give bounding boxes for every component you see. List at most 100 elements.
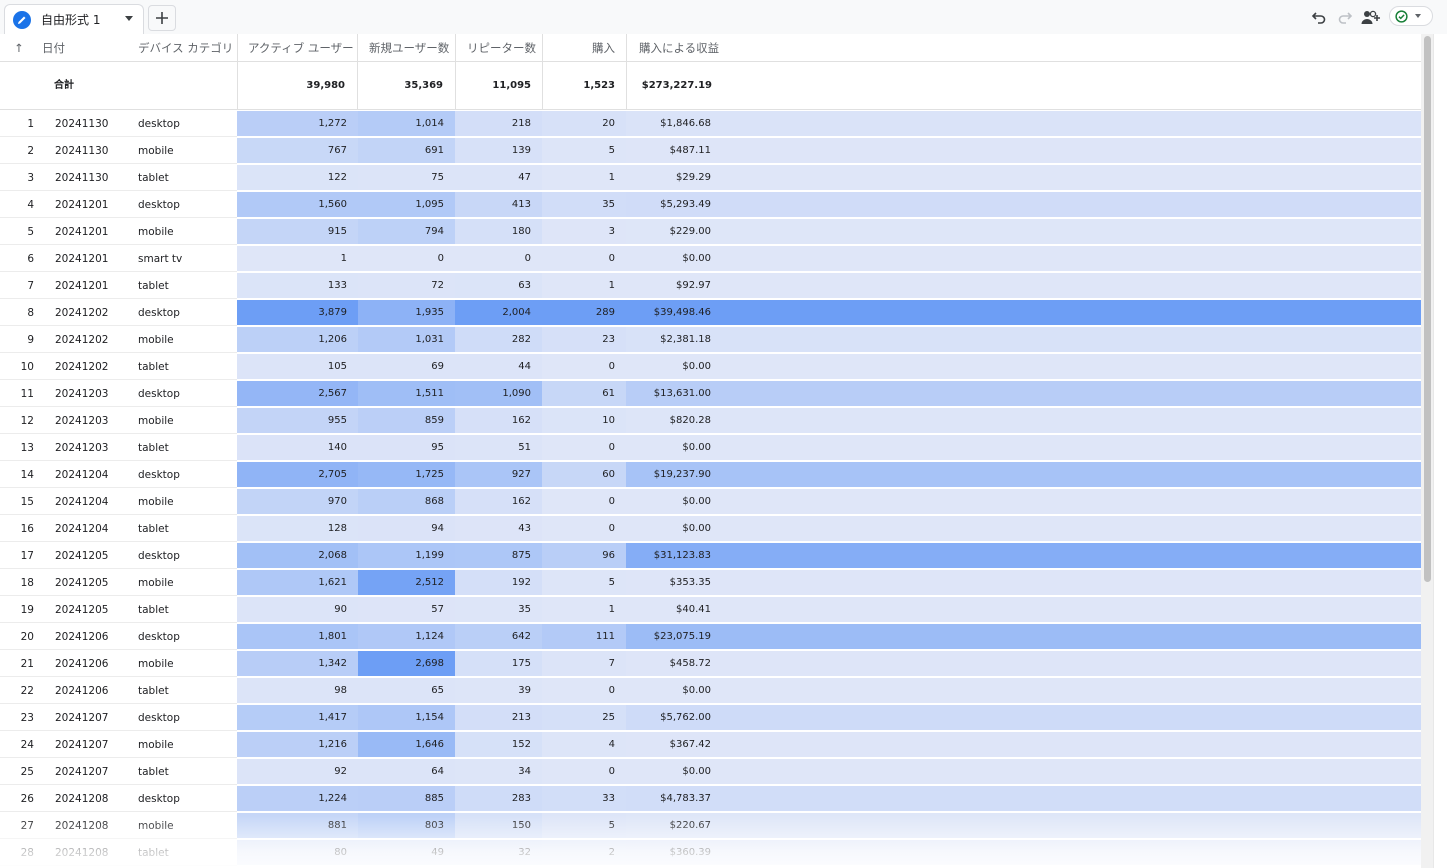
row-number: 4 bbox=[27, 199, 34, 211]
table-row[interactable]: 15 20241204 mobile 970 868 162 0 $0.00 bbox=[0, 488, 1421, 515]
table-row[interactable]: 20 20241206 desktop 1,801 1,124 642 111 $23,075… bbox=[0, 623, 1421, 650]
add-tab-button[interactable] bbox=[148, 5, 176, 31]
table-row[interactable]: 24 20241207 mobile 1,216 1,646 152 4 $367.42 bbox=[0, 731, 1421, 758]
table-row[interactable]: 22 20241206 tablet 98 65 39 0 $0.00 bbox=[0, 677, 1421, 704]
cell-device-category: desktop bbox=[138, 712, 180, 724]
table-row[interactable]: 6 20241201 smart tv 1 0 0 0 $0.00 bbox=[0, 245, 1421, 272]
cell-returning-users: 150 bbox=[455, 813, 542, 838]
table-row[interactable]: 18 20241205 mobile 1,621 2,512 192 5 $353.35 bbox=[0, 569, 1421, 596]
cell-device-category: mobile bbox=[138, 145, 174, 157]
column-header-device[interactable]: デバイス カテゴリ bbox=[138, 34, 233, 61]
row-number: 19 bbox=[20, 604, 34, 616]
table-row[interactable]: 13 20241203 tablet 140 95 51 0 $0.00 bbox=[0, 434, 1421, 461]
column-header-returning-users[interactable]: リピーター数 bbox=[467, 34, 536, 61]
table-row[interactable]: 10 20241202 tablet 105 69 44 0 $0.00 bbox=[0, 353, 1421, 380]
row-number: 10 bbox=[20, 361, 34, 373]
table-row[interactable]: 26 20241208 desktop 1,224 885 283 33 $4,783.37 bbox=[0, 785, 1421, 812]
cell-purchases: 5 bbox=[542, 138, 626, 163]
cell-active-users: 80 bbox=[237, 840, 358, 865]
column-header-purchases[interactable]: 購入 bbox=[543, 34, 615, 61]
table-row[interactable]: 19 20241205 tablet 90 57 35 1 $40.41 bbox=[0, 596, 1421, 623]
column-header-active-users[interactable]: アクティブ ユーザー bbox=[248, 34, 354, 61]
cell-returning-users: 413 bbox=[455, 192, 542, 217]
column-header-new-users[interactable]: 新規ユーザー数 bbox=[369, 34, 449, 61]
cell-device-category: tablet bbox=[138, 280, 169, 292]
redo-icon[interactable] bbox=[1335, 7, 1355, 27]
cell-returning-users: 35 bbox=[455, 597, 542, 622]
cell-purchases: 7 bbox=[542, 651, 626, 676]
cell-active-users: 98 bbox=[237, 678, 358, 703]
table-row[interactable]: 12 20241203 mobile 955 859 162 10 $820.28 bbox=[0, 407, 1421, 434]
cell-returning-users: 51 bbox=[455, 435, 542, 460]
cell-returning-users: 2,004 bbox=[455, 300, 542, 325]
cell-revenue: $19,237.90 bbox=[653, 469, 711, 480]
table-row[interactable]: 4 20241201 desktop 1,560 1,095 413 35 $5,293.49 bbox=[0, 191, 1421, 218]
cell-purchases: 5 bbox=[542, 813, 626, 838]
cell-new-users: 1,014 bbox=[358, 111, 455, 136]
table-row[interactable]: 3 20241130 tablet 122 75 47 1 $29.29 bbox=[0, 164, 1421, 191]
cell-returning-users: 162 bbox=[455, 408, 542, 433]
cell-new-users: 1,154 bbox=[358, 705, 455, 730]
table-row[interactable]: 7 20241201 tablet 133 72 63 1 $92.97 bbox=[0, 272, 1421, 299]
table-row[interactable]: 16 20241204 tablet 128 94 43 0 $0.00 bbox=[0, 515, 1421, 542]
cell-device-category: tablet bbox=[138, 172, 169, 184]
cell-date: 20241201 bbox=[55, 280, 109, 292]
table-row[interactable]: 23 20241207 desktop 1,417 1,154 213 25 $5,762.0… bbox=[0, 704, 1421, 731]
cell-revenue: $31,123.83 bbox=[653, 550, 711, 561]
row-number: 28 bbox=[20, 847, 34, 859]
table-row[interactable]: 1 20241130 desktop 1,272 1,014 218 20 $1,846.68 bbox=[0, 110, 1421, 137]
cell-revenue: $92.97 bbox=[676, 280, 711, 291]
row-number: 1 bbox=[27, 118, 34, 130]
undo-icon[interactable] bbox=[1309, 7, 1329, 27]
table-row[interactable]: 8 20241202 desktop 3,879 1,935 2,004 289 $39,49… bbox=[0, 299, 1421, 326]
cell-date: 20241130 bbox=[55, 145, 109, 157]
cell-new-users: 1,095 bbox=[358, 192, 455, 217]
cell-purchases: 4 bbox=[542, 732, 626, 757]
table-row[interactable]: 27 20241208 mobile 881 803 150 5 $220.67 bbox=[0, 812, 1421, 839]
cell-new-users: 1,646 bbox=[358, 732, 455, 757]
cell-active-users: 1,224 bbox=[237, 786, 358, 811]
cell-new-users: 1,124 bbox=[358, 624, 455, 649]
status-dropdown[interactable] bbox=[1389, 6, 1433, 26]
column-header-purchase-revenue[interactable]: 購入による収益 bbox=[639, 34, 719, 61]
cell-returning-users: 642 bbox=[455, 624, 542, 649]
tab-free-form[interactable]: 自由形式 1 bbox=[4, 4, 144, 34]
cell-date: 20241203 bbox=[55, 388, 109, 400]
cell-device-category: mobile bbox=[138, 577, 174, 589]
chevron-down-icon[interactable] bbox=[125, 16, 133, 21]
cell-purchases: 289 bbox=[542, 300, 626, 325]
table-row[interactable]: 17 20241205 desktop 2,068 1,199 875 96 $31,123.… bbox=[0, 542, 1421, 569]
cell-revenue: $39,498.46 bbox=[653, 307, 711, 318]
cell-purchases: 1 bbox=[542, 273, 626, 298]
table-row[interactable]: 2 20241130 mobile 767 691 139 5 $487.11 bbox=[0, 137, 1421, 164]
table-row[interactable]: 9 20241202 mobile 1,206 1,031 282 23 $2,381.18 bbox=[0, 326, 1421, 353]
cell-active-users: 1 bbox=[237, 246, 358, 271]
share-icon[interactable] bbox=[1360, 7, 1382, 27]
row-number: 7 bbox=[27, 280, 34, 292]
cell-returning-users: 32 bbox=[455, 840, 542, 865]
column-divider bbox=[455, 34, 456, 109]
cell-active-users: 133 bbox=[237, 273, 358, 298]
table-row[interactable]: 11 20241203 desktop 2,567 1,511 1,090 61 $13,63… bbox=[0, 380, 1421, 407]
cell-revenue: $29.29 bbox=[676, 172, 711, 183]
cell-new-users: 2,698 bbox=[358, 651, 455, 676]
cell-date: 20241201 bbox=[55, 199, 109, 211]
row-number: 16 bbox=[20, 523, 34, 535]
table-row[interactable]: 14 20241204 desktop 2,705 1,725 927 60 $19,237.… bbox=[0, 461, 1421, 488]
column-header-date[interactable]: 日付 bbox=[42, 34, 65, 61]
cell-revenue: $5,762.00 bbox=[660, 712, 711, 723]
table-row[interactable]: 28 20241208 tablet 80 49 32 2 $360.39 bbox=[0, 839, 1421, 866]
table-row[interactable]: 25 20241207 tablet 92 64 34 0 $0.00 bbox=[0, 758, 1421, 785]
cell-new-users: 803 bbox=[358, 813, 455, 838]
table-row[interactable]: 21 20241206 mobile 1,342 2,698 175 7 $458.72 bbox=[0, 650, 1421, 677]
cell-purchases: 2 bbox=[542, 840, 626, 865]
scrollbar-thumb[interactable] bbox=[1424, 36, 1431, 582]
cell-date: 20241201 bbox=[55, 226, 109, 238]
total-new-users: 35,369 bbox=[404, 80, 443, 91]
sort-arrow-icon[interactable]: ↑ bbox=[14, 34, 24, 61]
cell-device-category: mobile bbox=[138, 739, 174, 751]
column-divider bbox=[542, 34, 543, 109]
cell-returning-users: 139 bbox=[455, 138, 542, 163]
table-row[interactable]: 5 20241201 mobile 915 794 180 3 $229.00 bbox=[0, 218, 1421, 245]
cell-revenue: $220.67 bbox=[669, 820, 711, 831]
